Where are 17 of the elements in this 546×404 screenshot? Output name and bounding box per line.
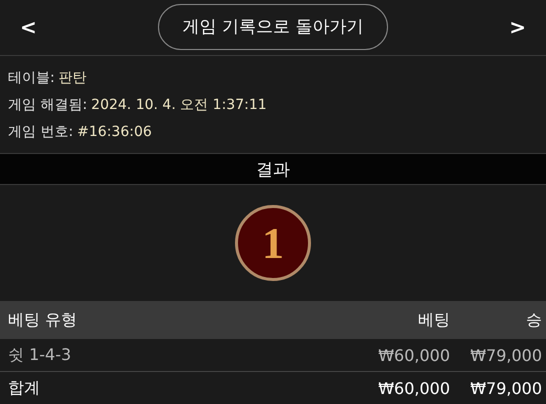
table-cell-text: ₩79,000 (469, 346, 542, 364)
back-to-history-button[interactable]: 게임 기록으로 돌아가기 (158, 4, 388, 50)
table-cell-text: ₩79,000 (469, 378, 542, 398)
result-ball: 1 (235, 205, 311, 281)
info-line: 게임 해결됨: 2024. 10. 4. 오전 1:37:11 (8, 96, 268, 115)
next-button[interactable]: > (503, 14, 532, 38)
column-header: 베팅 유형 (8, 310, 78, 330)
previous-button[interactable]: < (14, 14, 43, 38)
column-header: 승 (525, 310, 542, 330)
table-cell-text: 쉿 1-4-3 (8, 344, 72, 366)
table-cell-text: ₩60,000 (377, 346, 450, 364)
column-header: 베팅 (417, 310, 450, 330)
table-cell-text: 합계 (8, 378, 41, 398)
result-heading: 결과 (0, 153, 546, 185)
info-line: 게임 번호: #16:36:06 (8, 123, 153, 142)
table-cell-text: ₩60,000 (377, 378, 450, 398)
info-line: 테이블: 판탄 (8, 69, 88, 88)
